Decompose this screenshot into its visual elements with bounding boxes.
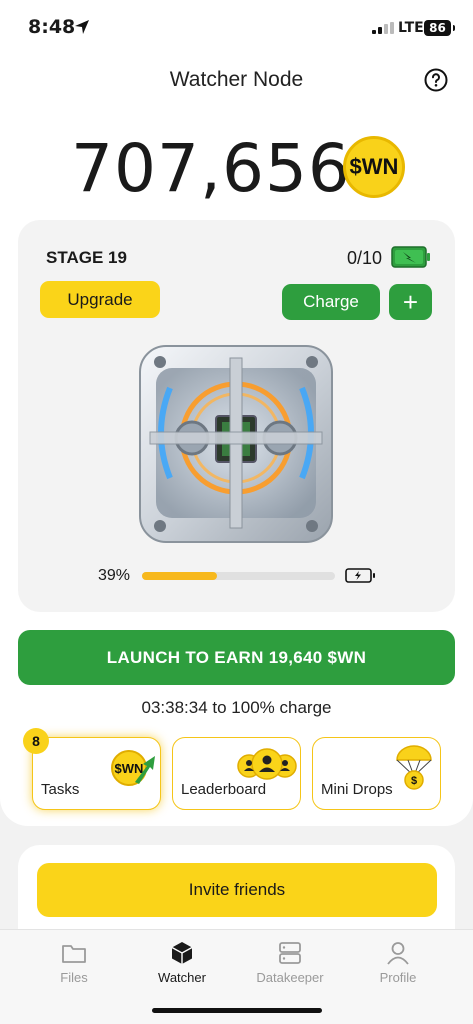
cube-icon <box>171 942 193 964</box>
stage-label: STAGE 19 <box>46 248 127 267</box>
battery-charging-icon <box>345 568 375 583</box>
tasks-coin-icon: $WN <box>109 748 157 788</box>
leaderboard-label: Leaderboard <box>181 781 267 798</box>
charge-button[interactable]: Charge <box>282 284 380 320</box>
mini-drops-coin-label: $ <box>411 775 417 787</box>
mini-drops-label: Mini Drops <box>321 781 393 798</box>
leaderboard-icon <box>237 746 297 782</box>
battery-level: 86 <box>424 20 455 36</box>
tab-profile[interactable]: Profile <box>339 940 457 985</box>
network-label: LTE <box>398 20 424 36</box>
person-icon <box>387 942 409 965</box>
charge-progress-bar <box>142 572 335 580</box>
leaderboard-card[interactable]: Leaderboard <box>172 737 301 810</box>
folder-icon <box>62 945 86 963</box>
status-bar: 8:48 LTE 86 <box>0 0 473 56</box>
tab-datakeeper[interactable]: Datakeeper <box>231 940 349 985</box>
coin-label: $WN <box>349 154 399 179</box>
invite-friends-button[interactable]: Invite friends <box>37 863 437 917</box>
tab-files[interactable]: Files <box>15 940 133 985</box>
home-indicator <box>152 1008 322 1013</box>
balance-amount: 707,656 <box>71 130 351 207</box>
location-arrow-icon <box>75 20 89 34</box>
balance-row: 707,656 $WN <box>0 130 473 207</box>
status-time: 8:48 <box>28 16 76 38</box>
server-icon <box>279 942 301 964</box>
launch-to-earn-button[interactable]: LAUNCH TO EARN 19,640 $WN <box>18 630 455 685</box>
stage-card: STAGE 19 0/10 Upgrade Charge + 39% <box>18 220 455 612</box>
tab-profile-label: Profile <box>379 970 417 985</box>
tab-watcher-label: Watcher <box>158 970 206 985</box>
watcher-node-cube-image[interactable] <box>130 328 342 558</box>
upgrade-button[interactable]: Upgrade <box>40 281 160 318</box>
tab-watcher[interactable]: Watcher <box>123 940 241 985</box>
page-title: Watcher Node <box>169 68 304 91</box>
question-circle-icon[interactable] <box>424 68 448 92</box>
signal-icon <box>372 22 394 34</box>
wn-coin-icon: $WN <box>343 136 405 198</box>
tab-files-label: Files <box>60 970 88 985</box>
charge-progress-percent: 39% <box>98 567 131 584</box>
battery-charged-icon <box>391 246 430 268</box>
parachute-coin-icon: $ <box>395 744 433 790</box>
tab-datakeeper-label: Datakeeper <box>256 970 324 985</box>
add-charge-button[interactable]: + <box>389 284 432 320</box>
tasks-coin-label: $WN <box>115 761 144 776</box>
charge-timer: 03:38:34 to 100% charge <box>141 698 332 717</box>
charge-progress-fill <box>142 572 218 580</box>
charge-count: 0/10 <box>347 248 383 268</box>
tasks-badge: 8 <box>23 728 49 754</box>
tasks-card[interactable]: $WN Tasks <box>32 737 161 810</box>
mini-drops-card[interactable]: $ Mini Drops <box>312 737 441 810</box>
tasks-label: Tasks <box>41 781 80 798</box>
